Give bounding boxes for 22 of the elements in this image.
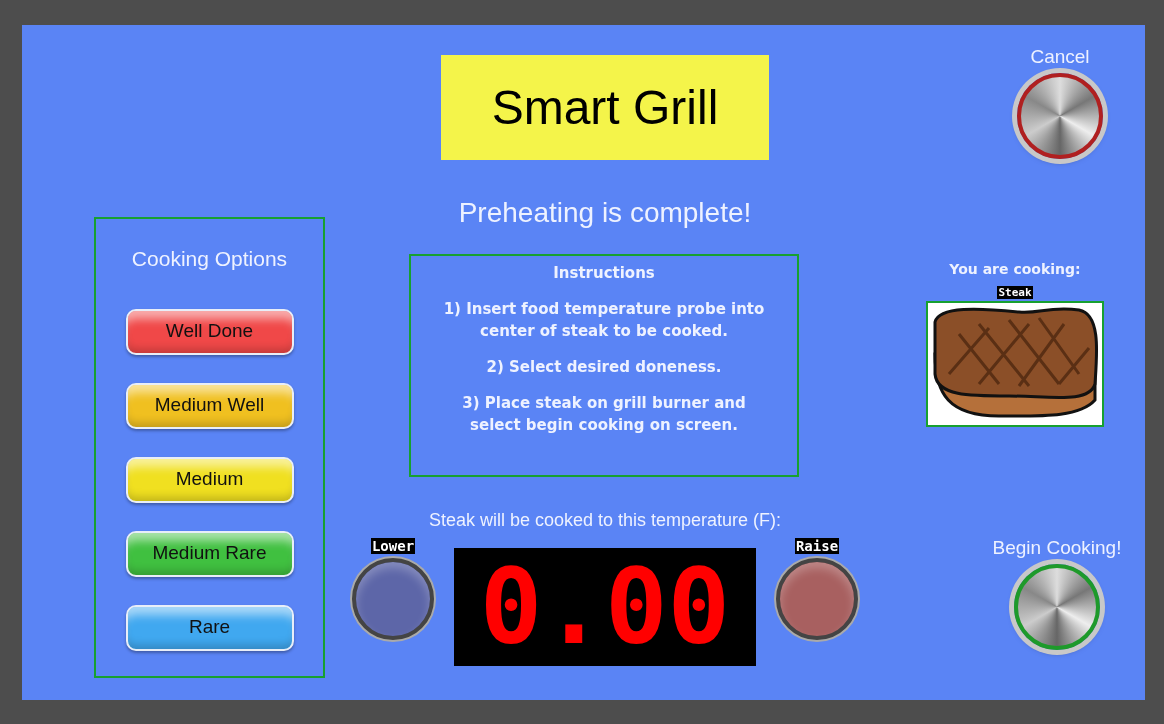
- raise-label: Raise: [794, 538, 840, 554]
- doneness-button[interactable]: Rare: [125, 604, 294, 651]
- instructions-heading: Instructions: [553, 263, 655, 284]
- begin-cooking-label: Begin Cooking!: [992, 536, 1122, 560]
- doneness-button[interactable]: Medium Rare: [125, 530, 294, 577]
- status-message: Preheating is complete!: [458, 196, 752, 230]
- temperature-label: Steak will be cooked to this temperature (F):: [428, 509, 782, 532]
- cooking-options-heading: Cooking Options: [131, 246, 288, 272]
- raise-button[interactable]: [776, 558, 858, 640]
- cooking-label: You are cooking:: [949, 259, 1081, 279]
- app-title: Smart Grill: [441, 55, 769, 160]
- doneness-button[interactable]: Well Done: [125, 308, 294, 355]
- cancel-label: Cancel: [1030, 45, 1090, 69]
- doneness-button[interactable]: Medium: [125, 456, 294, 503]
- instruction-step: 2) Select desired doneness.: [436, 356, 772, 378]
- instruction-step: 3) Place steak on grill burner and select begin cooking on screen.: [436, 392, 772, 436]
- food-name: Steak: [997, 285, 1033, 299]
- instruction-step: 1) Insert food temperature probe into center of steak to be cooked.: [436, 298, 772, 342]
- lower-label: Lower: [370, 538, 416, 554]
- doneness-button[interactable]: Medium Well: [125, 382, 294, 429]
- temperature-display: 0.00: [454, 548, 756, 666]
- lower-button[interactable]: [352, 558, 434, 640]
